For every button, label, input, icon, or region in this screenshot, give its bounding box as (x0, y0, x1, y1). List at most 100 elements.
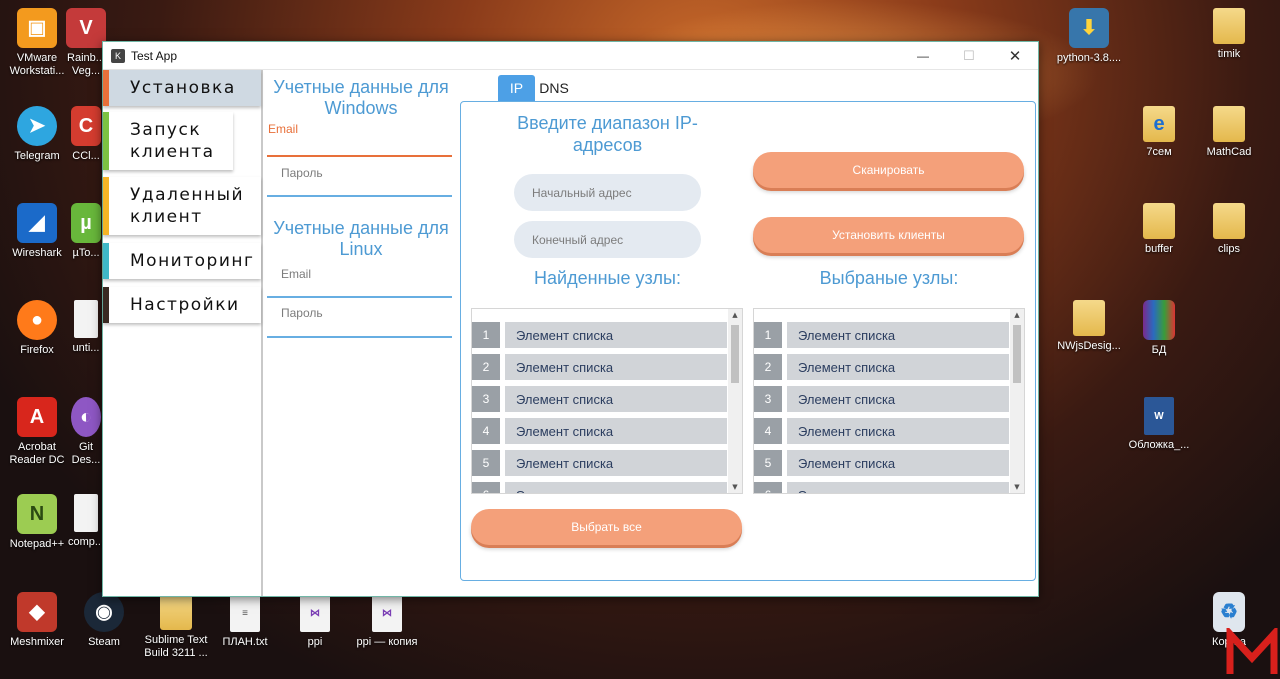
list-item[interactable]: 3 Элемент списка (472, 386, 728, 412)
sidebar-item-label: Установка (130, 78, 236, 98)
credentials-column: Учетные данные для Windows Email Пароль … (267, 70, 455, 596)
desktop-icon-steam[interactable]: ◉ Steam (68, 592, 140, 649)
windows-password-underline (267, 195, 452, 197)
winrar-icon (1143, 300, 1175, 340)
desktop-icon-7sem[interactable]: e 7сем (1122, 106, 1196, 159)
desktop-icon-meshmixer[interactable]: ◆ Meshmixer (0, 592, 74, 649)
desktop-icon-telegram[interactable]: ➤ Telegram (0, 106, 74, 163)
list-item[interactable]: 6Элемент списка (754, 482, 1010, 493)
sidebar-item-label: Настройки (130, 295, 240, 315)
close-button[interactable]: ✕ (992, 42, 1038, 70)
steam-icon: ◉ (84, 592, 124, 632)
found-list-scrollbar[interactable]: ▲ ▼ (728, 309, 742, 493)
txt-icon: ≡ (230, 594, 260, 632)
selected-nodes-list[interactable]: 1 Элемент списка 2 Элемент списка 3 Элемент… (753, 308, 1025, 494)
nav-color-stripe (103, 287, 109, 323)
install-clients-button[interactable]: Установить клиенты (753, 217, 1024, 253)
windows-email-field[interactable] (267, 155, 452, 157)
scan-button[interactable]: Сканировать (753, 152, 1024, 188)
desktop-icon-timik[interactable]: timik (1192, 8, 1266, 61)
tab-dns[interactable]: DNS (537, 75, 571, 101)
desktop-icon-ppi[interactable]: ⋈ ppi (280, 594, 350, 649)
desktop-icon-oblozhka[interactable]: W Обложка_... (1122, 397, 1196, 452)
acrobat-icon: A (17, 397, 57, 437)
list-item[interactable]: 2 Элемент списка (472, 354, 728, 380)
sidebar-item-launch-client[interactable]: Запуск клиента (103, 112, 233, 170)
list-item[interactable]: 5 Элемент списка (472, 450, 728, 476)
end-address-input[interactable]: Конечный адрес (514, 221, 701, 258)
linux-password-field[interactable]: Пароль (281, 306, 323, 320)
selected-list-scrollbar[interactable]: ▲ ▼ (1010, 309, 1024, 493)
scroll-down-icon[interactable]: ▼ (1010, 481, 1024, 493)
scroll-up-icon[interactable]: ▲ (1010, 309, 1024, 321)
desktop-icon-plan[interactable]: ≡ ПЛАН.txt (212, 594, 278, 649)
list-item[interactable]: 1 Элемент списка (472, 322, 728, 348)
desktop-icon-buffer[interactable]: buffer (1122, 203, 1196, 256)
list-item[interactable]: 6Элемент списка (472, 482, 728, 493)
folder-icon (160, 594, 192, 630)
vs-file-icon: ⋈ (372, 594, 402, 632)
desktop-icon-wireshark[interactable]: ◢ Wireshark (0, 203, 74, 260)
windows-creds-title: Учетные данные для Windows (273, 77, 449, 118)
desktop-icon-clips[interactable]: clips (1192, 203, 1266, 256)
tab-ip[interactable]: IP (498, 75, 535, 101)
desktop-icon-ppi-copy[interactable]: ⋈ ppi — копия (350, 594, 424, 649)
desktop-icon-mathcad[interactable]: MathCad (1192, 106, 1266, 159)
found-nodes-list[interactable]: 1 Элемент списка 2 Элемент списка 3 Элемент… (471, 308, 743, 494)
scroll-up-icon[interactable]: ▲ (728, 309, 742, 321)
list-item[interactable]: 1 Элемент списка (754, 322, 1010, 348)
desktop-icon-python[interactable]: ⬇ python-3.8.... (1052, 8, 1126, 65)
desktop-icon-bd[interactable]: БД (1122, 300, 1196, 357)
folder-icon (1213, 203, 1245, 239)
folder-icon (1143, 203, 1175, 239)
desktop-icon-github[interactable]: ◐ Git Des... (66, 397, 106, 467)
m-logo-icon (1226, 628, 1278, 674)
desktop-icon-notepadpp[interactable]: N Notepad++ (0, 494, 74, 551)
list-item[interactable]: 5 Элемент списка (754, 450, 1010, 476)
app-logo-icon: K (111, 48, 125, 63)
linux-email-field[interactable]: Email (281, 267, 311, 281)
sidebar-item-monitoring[interactable]: Мониторинг (103, 243, 261, 279)
linux-password-underline (267, 336, 452, 338)
desktop-icon-firefox[interactable]: ● Firefox (0, 300, 74, 357)
sidebar-item-install[interactable]: Установка (103, 70, 261, 106)
notepadpp-icon: N (17, 494, 57, 534)
vmware-icon: ▣ (17, 8, 57, 48)
sidebar-item-remote-client[interactable]: Удаленный клиент (103, 177, 261, 235)
scroll-thumb[interactable] (731, 325, 739, 383)
start-address-input[interactable]: Начальный адрес (514, 174, 701, 211)
maximize-button[interactable]: ☐ (946, 42, 992, 70)
firefox-icon: ● (17, 300, 57, 340)
sidebar-item-settings[interactable]: Настройки (103, 287, 261, 323)
ip-panel: Введите диапазон IP-адресов Начальный ад… (460, 101, 1036, 581)
scroll-thumb[interactable] (1013, 325, 1021, 383)
app-window: K Test App — ☐ ✕ Установка Запуск клиент… (102, 41, 1039, 597)
list-item[interactable]: 2 Элемент списка (754, 354, 1010, 380)
minimize-button[interactable]: — (900, 42, 946, 70)
select-all-button[interactable]: Выбрать все (471, 509, 742, 545)
folder-icon: V (66, 8, 106, 48)
nav-color-stripe (103, 70, 109, 106)
python-installer-icon: ⬇ (1069, 8, 1109, 48)
desktop-icon-ccleaner[interactable]: C CCl... (66, 106, 106, 163)
desktop-icon-nwjs[interactable]: NWjsDesig... (1052, 300, 1126, 353)
list-item[interactable]: 3 Элемент списка (754, 386, 1010, 412)
desktop-icon-comp[interactable]: comp... (66, 494, 106, 549)
scroll-down-icon[interactable]: ▼ (728, 481, 742, 493)
github-desktop-icon: ◐ (71, 397, 101, 437)
telegram-icon: ➤ (17, 106, 57, 146)
linux-creds-title: Учетные данные для Linux (273, 218, 449, 259)
desktop-icon-acrobat[interactable]: A Acrobat Reader DC (0, 397, 74, 467)
title-bar[interactable]: K Test App — ☐ ✕ (103, 42, 1038, 70)
desktop-icon-untitled[interactable]: unti... (66, 300, 106, 355)
windows-password-field[interactable]: Пароль (281, 166, 323, 180)
list-item[interactable]: 4 Элемент списка (754, 418, 1010, 444)
sidebar-item-label: Мониторинг (130, 251, 255, 271)
desktop-icon-utorrent[interactable]: µ µTo... (66, 203, 106, 260)
ccleaner-icon: C (71, 106, 101, 146)
nav-color-stripe (103, 177, 109, 235)
list-item[interactable]: 4 Элемент списка (472, 418, 728, 444)
sidebar-item-label: Запуск клиента (130, 120, 215, 162)
recycle-bin-icon: ♻ (1213, 592, 1245, 632)
desktop-icon-sublime[interactable]: Sublime Text Build 3211 ... (138, 594, 214, 660)
